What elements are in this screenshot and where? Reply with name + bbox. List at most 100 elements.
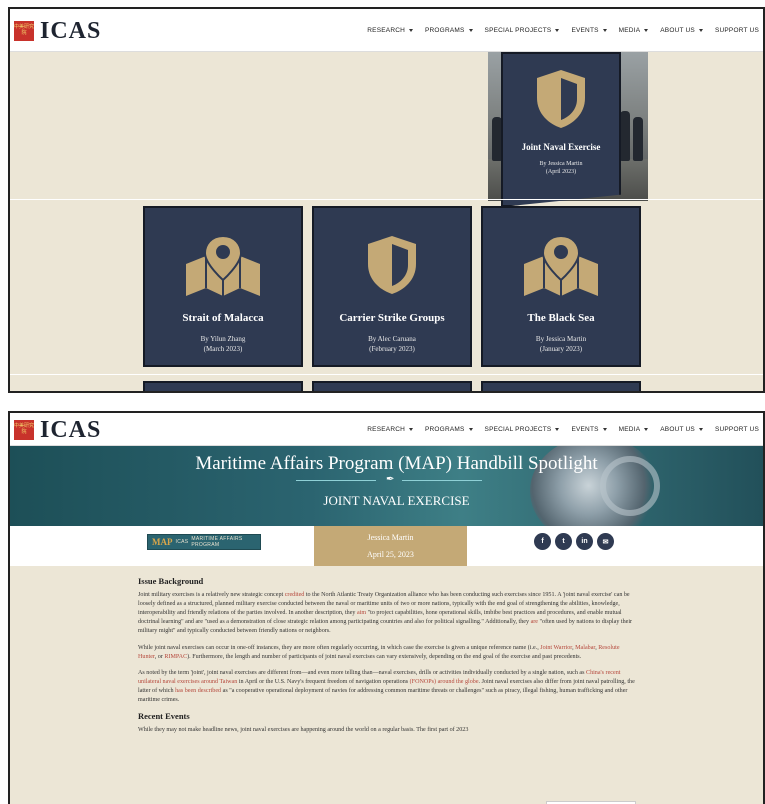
card-partial[interactable]: [312, 381, 472, 391]
text-run: While they may not make headline news, j…: [138, 727, 469, 734]
publish-date: April 25, 2023: [367, 550, 414, 559]
card-author: By Jessica Martin: [535, 335, 587, 343]
inline-link[interactable]: are: [531, 619, 538, 625]
hero-banner: Maritime Affairs Program (MAP) Handbill …: [10, 446, 763, 526]
card-author: By Alec Caruana: [368, 335, 416, 343]
nav-item-special-projects[interactable]: SPECIAL PROJECTS: [485, 27, 560, 34]
card-date: (February 2023): [369, 345, 415, 353]
card-partial[interactable]: [481, 381, 641, 391]
site-logo[interactable]: 中美研究院 ICAS: [14, 17, 102, 44]
card-partial[interactable]: [143, 381, 303, 391]
inline-link[interactable]: aim: [357, 610, 366, 616]
nav-item-events[interactable]: EVENTS: [571, 27, 607, 34]
main-menu: RESEARCH PROGRAMS SPECIAL PROJECTS EVENTS ME…: [367, 413, 759, 446]
chevron-down-icon: [409, 29, 413, 32]
top-navbar: 中美研究院 ICAS RESEARCH PROGRAMS SPECIAL PROJE…: [10, 413, 763, 446]
card-author: By Yilun Zhang: [200, 335, 246, 343]
nav-item-label: EVENTS: [571, 27, 599, 34]
article-paragraph: As noted by the term 'joint', joint nava…: [138, 669, 638, 705]
section-heading: Issue Background: [138, 576, 204, 586]
text-run: As noted by the term 'joint', joint nava…: [138, 669, 586, 676]
nav-item-label: SPECIAL PROJECTS: [484, 426, 552, 433]
nav-item-about-us[interactable]: ABOUT US: [660, 426, 703, 433]
card-title: The Black Sea: [527, 312, 595, 324]
nav-item-support-us[interactable]: SUPPORT US: [715, 426, 759, 433]
author-box: Jessica Martin April 25, 2023: [314, 526, 467, 566]
nav-item-research[interactable]: RESEARCH: [367, 27, 413, 34]
logo-mark-icon: 中美研究院: [14, 420, 34, 440]
divider: [10, 374, 763, 375]
divider: [10, 199, 763, 200]
card-the-black-sea[interactable]: The Black Sea By Jessica Martin (January…: [481, 206, 641, 367]
nav-item-events[interactable]: EVENTS: [571, 426, 607, 433]
chevron-down-icon: [644, 29, 649, 32]
card-strait-of-malacca[interactable]: Strait of Malacca By Yilun Zhang (March …: [143, 206, 303, 367]
text-run: in April or the U.S. Navy's frequent fre…: [237, 678, 410, 685]
chevron-down-icon: [468, 428, 473, 431]
facebook-icon[interactable]: f: [534, 533, 551, 550]
nav-item-label: ABOUT US: [660, 27, 695, 34]
nav-item-label: EVENTS: [571, 426, 599, 433]
nav-item-research[interactable]: RESEARCH: [367, 426, 413, 433]
inline-link[interactable]: Malabar: [575, 645, 595, 651]
nav-item-about-us[interactable]: ABOUT US: [660, 27, 703, 34]
card-carrier-strike-groups[interactable]: Carrier Strike Groups By Alec Caruana (F…: [312, 206, 472, 367]
twitter-icon[interactable]: t: [555, 533, 572, 550]
inline-link[interactable]: (FONOPs) around the globe: [410, 679, 479, 685]
map-program-badge[interactable]: MAP ICAS MARITIME AFFAIRS PROGRAM: [147, 534, 261, 550]
nav-item-support-us[interactable]: SUPPORT US: [715, 27, 759, 34]
nav-item-special-projects[interactable]: SPECIAL PROJECTS: [485, 426, 560, 433]
chevron-down-icon: [555, 428, 560, 431]
inline-link[interactable]: RIMPAC: [164, 654, 187, 660]
article-paragraph: Joint military exercises is a relatively…: [138, 591, 638, 636]
map-pin-icon: [524, 234, 598, 296]
chevron-down-icon: [555, 29, 560, 32]
card-title: Carrier Strike Groups: [339, 312, 445, 324]
nav-item-programs[interactable]: PROGRAMS: [425, 27, 473, 34]
email-icon[interactable]: ✉: [597, 533, 614, 550]
nav-item-label: PROGRAMS: [425, 27, 465, 34]
nav-item-label: SUPPORT US: [714, 426, 759, 433]
nav-item-label: PROGRAMS: [425, 426, 465, 433]
badge-name: MARITIME AFFAIRS PROGRAM: [191, 536, 243, 548]
nav-item-label: MEDIA: [618, 426, 641, 433]
badge-abbr: MAP: [152, 537, 173, 547]
author-name: Jessica Martin: [367, 533, 414, 542]
card-meta: By Jessica Martin (January 2023): [483, 334, 639, 354]
card-author: By Jessica Martin: [539, 161, 583, 167]
nav-item-label: RESEARCH: [367, 426, 405, 433]
nav-item-label: ABOUT US: [660, 426, 695, 433]
nav-item-label: RESEARCH: [367, 27, 405, 34]
page-subtitle: JOINT NAVAL EXERCISE: [323, 493, 470, 508]
shield-icon: [368, 236, 416, 294]
featured-card-joint-naval-exercise[interactable]: Joint Naval Exercise By Jessica Martin (…: [501, 52, 621, 207]
inline-link[interactable]: Joint Warrior: [540, 645, 572, 651]
inline-link[interactable]: credited: [285, 592, 305, 598]
chevron-down-icon: [644, 428, 649, 431]
chevron-down-icon: [468, 29, 473, 32]
card-meta: By Alec Caruana (February 2023): [314, 334, 470, 354]
map-pin-icon: [186, 234, 260, 296]
text-run: , or: [154, 653, 165, 660]
section-heading: Recent Events: [138, 711, 190, 722]
shield-icon: [537, 70, 585, 128]
card-meta: By Yilun Zhang (March 2023): [145, 334, 301, 354]
logo-text: ICAS: [40, 17, 102, 44]
nav-item-programs[interactable]: PROGRAMS: [425, 426, 473, 433]
card-date: (March 2023): [203, 345, 243, 353]
chevron-down-icon: [602, 29, 607, 32]
card-title: Joint Naval Exercise: [521, 142, 601, 152]
nav-item-media[interactable]: MEDIA: [619, 27, 649, 34]
linkedin-icon[interactable]: in: [576, 533, 593, 550]
chevron-down-icon: [602, 428, 607, 431]
text-run: ). Furthermore, the length and number of…: [187, 653, 582, 660]
card-date: (April 2023): [545, 169, 577, 175]
inline-link[interactable]: has been described: [175, 688, 221, 694]
logo-text: ICAS: [40, 416, 102, 443]
nav-item-media[interactable]: MEDIA: [619, 426, 649, 433]
screenshot-frame-bottom: 中美研究院 ICAS RESEARCH PROGRAMS SPECIAL PROJE…: [8, 411, 765, 804]
site-logo[interactable]: 中美研究院 ICAS: [14, 416, 102, 443]
card-date: (January 2023): [539, 345, 583, 353]
page-title: Maritime Affairs Program (MAP) Handbill …: [195, 453, 598, 474]
article-body: Issue Background Joint military exercise…: [138, 576, 638, 742]
